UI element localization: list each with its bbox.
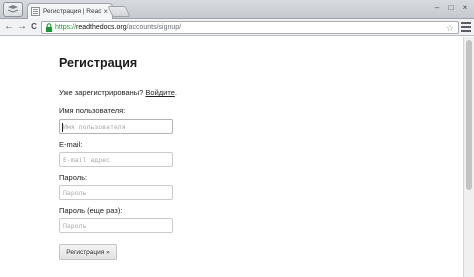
bookmark-star-icon[interactable]: ☆	[446, 22, 454, 34]
page-content: Регистрация Уже зарегистрированы? Войдит…	[0, 37, 463, 277]
browser-tab-strip: Регистрация | Read th × – □ ×	[0, 0, 474, 19]
vertical-scrollbar[interactable]	[463, 37, 474, 277]
register-button[interactable]: Регистрация »	[59, 244, 117, 260]
url-host: readthedocs.org	[76, 24, 127, 31]
username-label: Имя пользователя:	[59, 106, 126, 115]
address-bar[interactable]: https://readthedocs.org/accounts/signup/…	[41, 21, 459, 34]
browser-tab-active[interactable]: Регистрация | Read th ×	[27, 3, 113, 19]
tab-title: Регистрация | Read th	[43, 7, 102, 15]
password-label: Пароль:	[59, 173, 88, 182]
url-scheme: https://	[55, 24, 77, 31]
window-controls: – □ ×	[432, 2, 470, 13]
page-title: Регистрация	[59, 56, 138, 70]
back-arrow-icon[interactable]: ←	[3, 21, 15, 33]
hamburger-menu-icon[interactable]	[461, 22, 471, 32]
minimize-icon[interactable]: –	[432, 2, 442, 13]
already-registered-text: Уже зарегистрированы?	[59, 88, 144, 97]
login-link[interactable]: Войдите	[145, 88, 174, 97]
browser-toolbar: ← → C https://readthedocs.org/accounts/s…	[0, 19, 474, 36]
maximize-icon[interactable]: □	[446, 2, 456, 13]
reload-icon[interactable]: C	[28, 21, 40, 33]
lock-icon	[46, 23, 52, 32]
password-confirm-label: Пароль (еще раз):	[59, 206, 123, 215]
forward-arrow-icon[interactable]: →	[16, 21, 28, 33]
email-input[interactable]	[59, 152, 173, 167]
browser-app-menu-button[interactable]	[3, 2, 23, 17]
url-path: /accounts/signup/	[126, 24, 182, 31]
email-label: E-mail:	[59, 140, 83, 149]
text-caret	[62, 123, 63, 132]
password-confirm-input[interactable]	[59, 218, 173, 233]
url-text: https://readthedocs.org/accounts/signup/	[55, 21, 181, 34]
scrollbar-thumb[interactable]	[466, 40, 472, 190]
password-input[interactable]	[59, 185, 173, 200]
document-icon	[31, 7, 40, 16]
login-suffix: .	[174, 88, 177, 97]
close-window-icon[interactable]: ×	[460, 2, 470, 13]
browser-app-icon	[7, 5, 19, 13]
already-registered-line: Уже зарегистрированы? Войдите.	[59, 88, 177, 97]
new-tab-button[interactable]	[107, 6, 131, 17]
username-input[interactable]	[59, 119, 173, 134]
